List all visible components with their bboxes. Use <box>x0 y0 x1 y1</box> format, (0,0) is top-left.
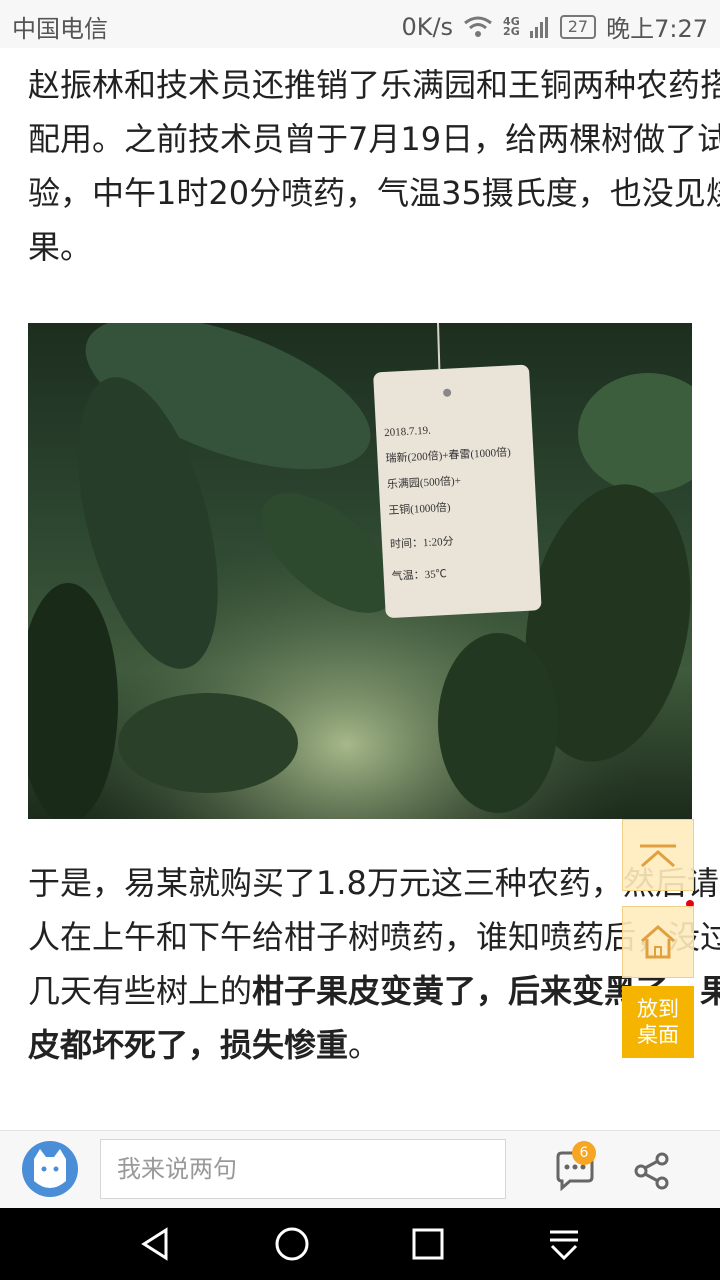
status-right: 0K/s 4G 2G 27 晚上7:27 <box>401 9 708 44</box>
battery-icon: 27 <box>559 14 597 39</box>
article-paragraph-1: 赵振林和技术员还推销了乐满园和王铜两种农药搭配用。之前技术员曾于7月19日，给两… <box>28 66 720 266</box>
desktop-label-1: 放到 <box>637 997 679 1021</box>
user-avatar-icon <box>34 1149 66 1188</box>
comment-count-badge: 6 <box>572 1141 596 1165</box>
back-to-top-button[interactable] <box>622 819 694 891</box>
signal-icon <box>529 16 548 38</box>
comment-input[interactable] <box>100 1139 506 1199</box>
network-type-icon: 4G 2G <box>503 16 520 38</box>
home-button[interactable] <box>622 906 694 978</box>
chevron-up-icon <box>640 844 676 868</box>
article-photo[interactable]: 2018.7.19. 瑞新(200倍)+春雷(1000倍) 乐满园(500倍)+… <box>28 323 692 819</box>
comment-bar: 6 <box>0 1130 720 1209</box>
paragraph-2-end: 。 <box>348 1026 381 1064</box>
system-navigation-bar <box>0 1208 720 1280</box>
home-nav-icon[interactable] <box>272 1224 312 1264</box>
share-icon <box>634 1152 669 1190</box>
carrier-name: 中国电信 <box>12 15 108 43</box>
net-2g-label: 2G <box>503 24 520 38</box>
share-button[interactable] <box>632 1151 672 1191</box>
status-bar: 中国电信 0K/s 4G 2G 27 晚上7:27 <box>0 0 720 48</box>
tag-line-1: 2018.7.19. <box>384 425 432 439</box>
add-to-desktop-button[interactable]: 放到 桌面 <box>622 986 694 1058</box>
back-nav-icon[interactable] <box>136 1224 176 1264</box>
net-speed: 0K/s <box>401 12 454 41</box>
wifi-icon <box>464 16 492 37</box>
avatar[interactable] <box>22 1141 78 1197</box>
recents-nav-icon[interactable] <box>408 1224 448 1264</box>
home-icon <box>641 925 675 959</box>
article-content: 赵振林和技术员还推销了乐满园和王铜两种农药搭配用。之前技术员曾于7月19日，给两… <box>0 48 720 1130</box>
article-paragraph-2: 于是，易某就购买了1.8万元这三种农药，然后请人在上午和下午给柑子树喷药，谁知喷… <box>0 856 720 1072</box>
notification-pulldown-icon[interactable] <box>544 1224 584 1264</box>
orchard-photo: 2018.7.19. 瑞新(200倍)+春雷(1000倍) 乐满园(500倍)+… <box>28 323 692 819</box>
desktop-label-2: 桌面 <box>637 1023 679 1047</box>
clock: 晚上7:27 <box>606 15 708 43</box>
